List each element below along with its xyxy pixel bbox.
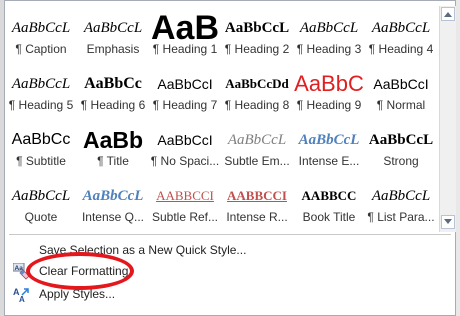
style-tile[interactable]: AaBbCcDd ¶ Heading 8 [221,57,293,113]
style-tile[interactable]: AaBbCcL Intense Q... [77,169,149,225]
chevron-up-icon [444,12,452,17]
svg-text:A: A [19,295,25,304]
style-tile[interactable]: AaBbCcL ¶ Heading 2 [221,1,293,57]
scroll-down-button[interactable] [441,215,455,229]
style-tile[interactable]: AaBbCcI ¶ No Spaci... [149,113,221,169]
style-tile[interactable]: AaBbCc ¶ Heading 6 [77,57,149,113]
gallery-divider [9,234,451,235]
style-label: Book Title [302,210,356,224]
style-tile[interactable]: AaBbC ¶ Heading 9 [293,57,365,113]
style-sample: AaBbCcI [157,132,213,148]
clear-formatting-label: Clear Formatting [39,264,129,278]
style-label: ¶ Heading 8 [224,98,290,112]
apply-styles-menu-item[interactable]: A A Apply Styles... [7,283,447,305]
style-sample: AaBbCcL [11,19,71,36]
style-sample: AaB [150,15,220,41]
style-sample: AaBbCc [11,131,71,148]
style-tile[interactable]: AaBbCcL Subtle Em... [221,113,293,169]
style-label: ¶ Heading 9 [296,98,362,112]
style-tile[interactable]: AaBbCcL Quote [5,169,77,225]
style-label: ¶ Heading 6 [80,98,146,112]
style-sample: AABBCCI [227,188,287,203]
style-label: ¶ Heading 4 [368,42,434,56]
style-sample: AaBbCcL [11,187,71,204]
style-sample: AaBb [82,127,144,153]
style-tile[interactable]: AaBb ¶ Title [77,113,149,169]
style-sample: AaBbCcL [371,187,431,204]
style-tile[interactable]: AaBbCcL ¶ Heading 4 [365,1,437,57]
style-label: Intense R... [226,210,288,224]
style-tile[interactable]: AABBCC Book Title [293,169,365,225]
style-sample: AaBbCcL [83,19,143,36]
style-sample: AaBbCcI [373,76,429,92]
style-sample: AABBCCI [156,188,214,203]
chevron-down-icon [444,219,452,224]
style-sample: AaBbCcL [11,75,71,92]
style-label: Intense E... [298,154,360,168]
style-label: Strong [383,154,419,168]
style-sample: AaBbCcL [227,131,287,148]
save-selection-menu-item[interactable]: Save Selection as a New Quick Style... [7,239,447,261]
style-tile[interactable]: AABBCCI Subtle Ref... [149,169,221,225]
style-sample: AaBbCcDd [225,76,289,91]
style-label: Quote [24,210,58,224]
apply-styles-icon: A A [13,286,29,304]
style-label: ¶ Heading 2 [224,42,290,56]
style-tile[interactable]: AaB ¶ Heading 1 [149,1,221,57]
apply-styles-label: Apply Styles... [39,287,116,301]
style-label: ¶ Heading 7 [152,98,218,112]
style-tile[interactable]: AaBbCcL Emphasis [77,1,149,57]
clear-formatting-icon: Aa [12,262,30,280]
style-sample: AaBbCcL [298,131,360,148]
style-label: ¶ Title [97,154,129,168]
style-tile[interactable]: AaBbCcL ¶ Heading 5 [5,57,77,113]
style-label: Subtle Em... [224,154,290,168]
scroll-up-button[interactable] [441,7,455,21]
style-label: ¶ Heading 1 [152,42,218,56]
style-sample: AaBbCcI [157,76,213,92]
style-tile[interactable]: AaBbCcI ¶ Heading 7 [149,57,221,113]
style-tile[interactable]: AaBbCcI ¶ Normal [365,57,437,113]
style-label: ¶ Heading 5 [8,98,74,112]
style-label: Subtle Ref... [151,210,219,224]
style-label: Emphasis [86,42,140,56]
style-tile[interactable]: AaBbCcL Intense E... [293,113,365,169]
style-sample: AaBbCc [84,75,142,92]
clear-formatting-menu-item[interactable]: Aa Clear Formatting [7,260,447,282]
save-selection-label: Save Selection as a New Quick Style... [39,243,247,257]
style-sample: AaBbCcL [224,19,290,36]
style-sample: AaBbCcL [299,19,359,36]
style-label: ¶ Heading 3 [296,42,362,56]
style-sample: AABBCC [301,188,357,203]
style-label: ¶ Normal [376,98,426,112]
style-label: ¶ List Para... [367,210,435,224]
style-label: Intense Q... [81,210,145,224]
style-grid: AaBbCcL ¶ Caption AaBbCcL Emphasis AaB ¶ Head… [5,1,437,233]
gallery-scrollbar[interactable] [439,6,456,232]
style-tile[interactable]: AaBbCcL ¶ Caption [5,1,77,57]
style-label: ¶ No Spaci... [150,154,220,168]
style-tile[interactable]: AaBbCc ¶ Subtitle [5,113,77,169]
style-sample: AaBbC [294,71,364,96]
style-tile[interactable]: AaBbCcL ¶ List Para... [365,169,437,225]
style-label: ¶ Subtitle [16,154,66,168]
style-tile[interactable]: AABBCCI Intense R... [221,169,293,225]
style-tile[interactable]: AaBbCcL ¶ Heading 3 [293,1,365,57]
style-sample: AaBbCcL [371,19,431,36]
style-label: ¶ Caption [15,42,67,56]
style-tile[interactable]: AaBbCcL Strong [365,113,437,169]
style-sample: AaBbCcL [368,131,434,148]
style-sample: AaBbCcL [82,187,144,204]
quick-styles-gallery: AaBbCcL ¶ Caption AaBbCcL Emphasis AaB ¶ Head… [4,0,456,316]
